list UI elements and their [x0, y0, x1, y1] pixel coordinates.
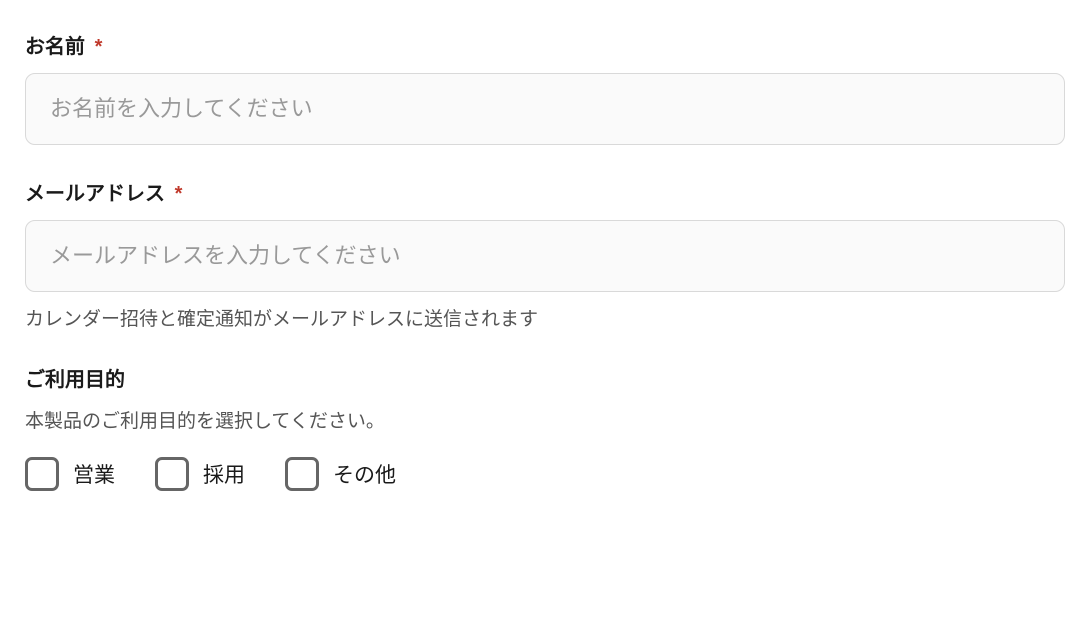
- name-label-text: お名前: [25, 36, 85, 58]
- name-label: お名前 *: [25, 30, 1065, 59]
- checkbox-label-recruitment[interactable]: 採用: [203, 459, 245, 489]
- checkbox-item-other: その他: [285, 457, 396, 491]
- checkbox-other[interactable]: [285, 457, 319, 491]
- checkbox-label-other[interactable]: その他: [333, 459, 396, 489]
- checkbox-item-sales: 営業: [25, 457, 115, 491]
- name-input[interactable]: [25, 73, 1065, 145]
- purpose-label-text: ご利用目的: [25, 369, 125, 391]
- email-help-text: カレンダー招待と確定通知がメールアドレスに送信されます: [25, 304, 1065, 331]
- purpose-sub-text: 本製品のご利用目的を選択してください。: [25, 406, 1065, 433]
- purpose-label: ご利用目的: [25, 363, 1065, 392]
- purpose-checkbox-group: 営業 採用 その他: [25, 457, 1065, 491]
- required-mark: *: [175, 183, 183, 205]
- checkbox-sales[interactable]: [25, 457, 59, 491]
- checkbox-item-recruitment: 採用: [155, 457, 245, 491]
- checkbox-label-sales[interactable]: 営業: [73, 459, 115, 489]
- email-label-text: メールアドレス: [25, 183, 165, 205]
- email-label: メールアドレス *: [25, 177, 1065, 206]
- email-input[interactable]: [25, 220, 1065, 292]
- required-mark: *: [95, 36, 103, 58]
- checkbox-recruitment[interactable]: [155, 457, 189, 491]
